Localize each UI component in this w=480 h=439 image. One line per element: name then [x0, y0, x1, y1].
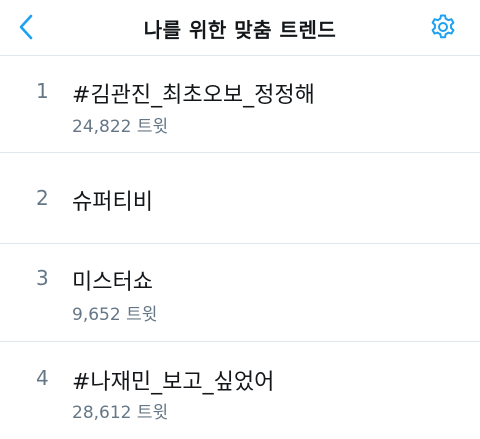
- trend-tweet-count: 28,612 트윗: [72, 403, 169, 423]
- trend-name: 슈퍼티비: [72, 190, 153, 215]
- trend-rank: 1: [36, 79, 49, 103]
- trend-tweet-count: 9,652 트윗: [72, 305, 158, 325]
- trend-row[interactable]: 3 미스터쇼 9,652 트윗: [0, 244, 480, 342]
- trend-tweet-count: 24,822 트윗: [72, 117, 169, 137]
- trend-name: #김관진_최초오보_정정해: [72, 83, 315, 108]
- trend-row[interactable]: 1 #김관진_최초오보_정정해 24,822 트윗: [0, 56, 480, 153]
- trend-row[interactable]: 4 #나재민_보고_싶었어 28,612 트윗: [0, 342, 480, 438]
- gear-icon: [431, 14, 455, 39]
- trend-name: #나재민_보고_싶었어: [72, 370, 275, 395]
- top-bar: 나를 위한 맞춤 트렌드: [0, 0, 480, 56]
- page-title: 나를 위한 맞춤 트렌드: [143, 18, 337, 42]
- trend-rank: 2: [36, 186, 49, 210]
- trend-rank: 3: [36, 266, 49, 290]
- trend-rank: 4: [36, 366, 49, 390]
- trends-screen: 나를 위한 맞춤 트렌드 1 #김관진_최초오보_정정해 24,822 트윗 2…: [0, 0, 480, 439]
- trend-row[interactable]: 2 슈퍼티비: [0, 153, 480, 244]
- trends-list: 1 #김관진_최초오보_정정해 24,822 트윗 2 슈퍼티비 3 미스터쇼 …: [0, 56, 480, 438]
- trend-name: 미스터쇼: [72, 270, 153, 295]
- settings-button[interactable]: [428, 12, 458, 42]
